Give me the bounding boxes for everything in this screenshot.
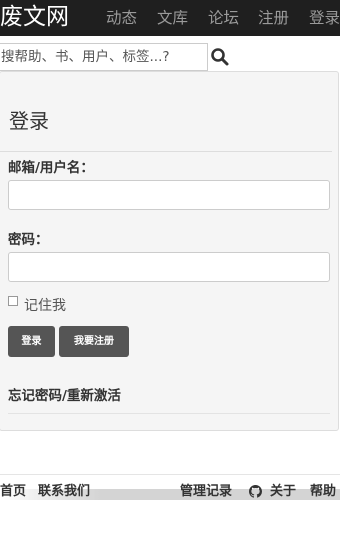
top-navbar: 废文网 动态 文库 论坛 注册 登录	[0, 0, 340, 36]
panel-bottom-divider	[8, 413, 330, 414]
register-button[interactable]: 我要注册	[59, 326, 129, 357]
login-panel	[0, 71, 339, 431]
forgot-password-link[interactable]: 忘记密码/重新激活	[8, 384, 121, 404]
search-icon[interactable]	[210, 47, 230, 67]
email-field[interactable]	[8, 180, 330, 210]
panel-divider	[0, 151, 332, 152]
nav-item-login[interactable]: 登录	[309, 0, 340, 36]
nav-item-register[interactable]: 注册	[258, 0, 289, 36]
footer-link-help[interactable]: 帮助	[310, 483, 336, 501]
nav-item-library[interactable]: 文库	[157, 0, 188, 36]
email-label: 邮箱/用户名：	[8, 160, 94, 176]
remember-checkbox[interactable]	[8, 296, 18, 306]
footer-link-admin-log[interactable]: 管理记录	[180, 483, 232, 501]
login-button[interactable]: 登录	[8, 326, 55, 357]
login-title: 登录	[9, 109, 49, 133]
remember-label: 记住我	[24, 298, 66, 314]
nav-item-forum[interactable]: 论坛	[208, 0, 239, 36]
search-input[interactable]	[0, 43, 208, 71]
site-logo[interactable]: 废文网	[0, 0, 69, 36]
remember-me[interactable]: 记住我	[8, 296, 66, 316]
nav-item-activity[interactable]: 动态	[106, 0, 137, 36]
footer-link-contact[interactable]: 联系我们	[38, 483, 90, 501]
search-bar	[0, 43, 340, 71]
footer-link-home[interactable]: 首页	[0, 483, 26, 501]
footer-divider	[0, 474, 340, 475]
footer-link-about[interactable]: 关于	[270, 483, 296, 501]
github-icon[interactable]	[249, 485, 262, 498]
password-label: 密码：	[8, 232, 49, 248]
password-field[interactable]	[8, 252, 330, 282]
page: 废文网 动态 文库 论坛 注册 登录 登录 邮箱/用户名： 密码： 记住我 登录…	[0, 0, 340, 546]
